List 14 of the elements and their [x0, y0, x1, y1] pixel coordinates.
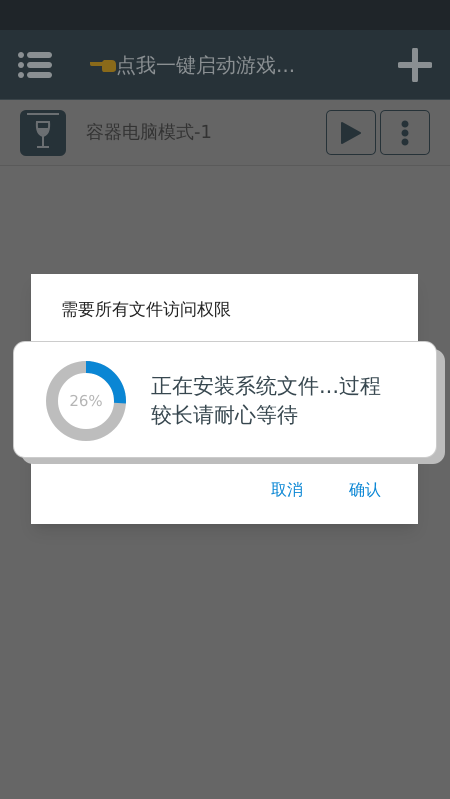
- pointing-hand-icon: [90, 58, 116, 72]
- more-button[interactable]: [380, 110, 430, 155]
- play-icon: [340, 120, 362, 144]
- play-button[interactable]: [326, 110, 376, 155]
- add-icon[interactable]: [398, 48, 432, 82]
- more-icon: [401, 120, 409, 146]
- dialog-title: 需要所有文件访问权限: [61, 299, 231, 322]
- dialog-button[interactable]: 取消: [271, 478, 303, 502]
- progress-message: 正在安装系统文件...过程较长请耐心等待: [151, 373, 382, 429]
- toolbar-title[interactable]: 点我一键启动游戏...: [116, 50, 296, 80]
- progress-percent: 26%: [68, 390, 104, 412]
- dialog-button[interactable]: 确认: [349, 478, 381, 502]
- menu-icon[interactable]: [18, 50, 52, 78]
- wine-glass-icon: [20, 110, 66, 156]
